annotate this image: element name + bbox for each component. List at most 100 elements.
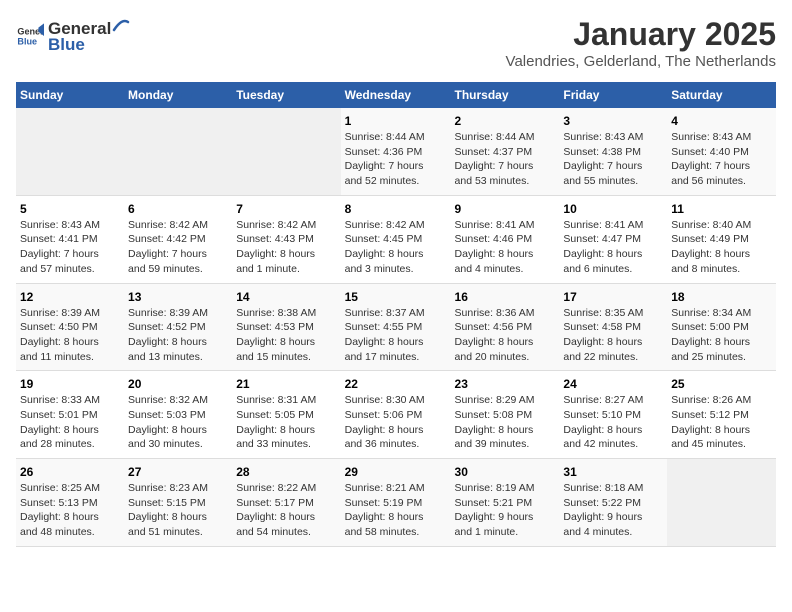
svg-text:Blue: Blue: [17, 36, 37, 46]
day-cell-11: 11Sunrise: 8:40 AM Sunset: 4:49 PM Dayli…: [667, 195, 776, 283]
day-header-thursday: Thursday: [451, 82, 560, 108]
logo-icon: General Blue: [16, 22, 44, 50]
day-number: 11: [671, 202, 772, 216]
day-info: Sunrise: 8:21 AM Sunset: 5:19 PM Dayligh…: [345, 481, 447, 540]
day-info: Sunrise: 8:35 AM Sunset: 4:58 PM Dayligh…: [563, 306, 663, 365]
day-info: Sunrise: 8:23 AM Sunset: 5:15 PM Dayligh…: [128, 481, 228, 540]
day-number: 7: [236, 202, 336, 216]
day-cell-1: 1 Sunrise: 8:44 AM Sunset: 4:36 PM Daylig…: [341, 108, 451, 195]
title-area: January 2025 Valendries, Gelderland, The…: [506, 16, 776, 70]
day-number: 5: [20, 202, 120, 216]
empty-cell: [124, 108, 232, 195]
day-number: 25: [671, 377, 772, 391]
day-info: Sunrise: 8:27 AM Sunset: 5:10 PM Dayligh…: [563, 393, 663, 452]
logo: General Blue General Blue: [16, 16, 130, 55]
day-info: Sunrise: 8:34 AM Sunset: 5:00 PM Dayligh…: [671, 306, 772, 365]
day-info: Sunrise: 8:26 AM Sunset: 5:12 PM Dayligh…: [671, 393, 772, 452]
day-number: 26: [20, 465, 120, 479]
day-cell-2: 2 Sunrise: 8:44 AM Sunset: 4:37 PM Daylig…: [451, 108, 560, 195]
day-cell-31: 31 Sunrise: 8:18 AM Sunset: 5:22 PM Dayli…: [559, 459, 667, 547]
day-info: Sunrise: 8:22 AM Sunset: 5:17 PM Dayligh…: [236, 481, 336, 540]
day-number: 15: [345, 290, 447, 304]
calendar-table: SundayMondayTuesdayWednesdayThursdayFrid…: [16, 82, 776, 547]
day-number: 23: [455, 377, 556, 391]
day-number: 28: [236, 465, 336, 479]
day-number: 10: [563, 202, 663, 216]
day-info: Sunrise: 8:31 AM Sunset: 5:05 PM Dayligh…: [236, 393, 336, 452]
day-info: Sunrise: 8:29 AM Sunset: 5:08 PM Dayligh…: [455, 393, 556, 452]
day-info: Sunrise: 8:42 AM Sunset: 4:42 PM Dayligh…: [128, 218, 228, 277]
day-cell-18: 18Sunrise: 8:34 AM Sunset: 5:00 PM Dayli…: [667, 283, 776, 371]
day-cell-25: 25 Sunrise: 8:26 AM Sunset: 5:12 PM Dayli…: [667, 371, 776, 459]
day-number: 14: [236, 290, 336, 304]
day-number: 31: [563, 465, 663, 479]
day-number: 6: [128, 202, 228, 216]
day-cell-17: 17 Sunrise: 8:35 AM Sunset: 4:58 PM Dayli…: [559, 283, 667, 371]
day-cell-21: 21 Sunrise: 8:31 AM Sunset: 5:05 PM Dayli…: [232, 371, 340, 459]
day-info: Sunrise: 8:41 AM Sunset: 4:47 PM Dayligh…: [563, 218, 663, 277]
day-header-monday: Monday: [124, 82, 232, 108]
day-cell-8: 8 Sunrise: 8:42 AM Sunset: 4:45 PM Daylig…: [341, 195, 451, 283]
week-row-1: 1 Sunrise: 8:44 AM Sunset: 4:36 PM Daylig…: [16, 108, 776, 195]
day-info: Sunrise: 8:36 AM Sunset: 4:56 PM Dayligh…: [455, 306, 556, 365]
day-cell-30: 30Sunrise: 8:19 AM Sunset: 5:21 PM Dayli…: [451, 459, 560, 547]
day-cell-14: 14 Sunrise: 8:38 AM Sunset: 4:53 PM Dayli…: [232, 283, 340, 371]
day-cell-6: 6 Sunrise: 8:42 AM Sunset: 4:42 PM Daylig…: [124, 195, 232, 283]
day-header-wednesday: Wednesday: [341, 82, 451, 108]
week-row-4: 19 Sunrise: 8:33 AM Sunset: 5:01 PM Dayli…: [16, 371, 776, 459]
day-cell-26: 26Sunrise: 8:25 AM Sunset: 5:13 PM Dayli…: [16, 459, 124, 547]
day-info: Sunrise: 8:43 AM Sunset: 4:38 PM Dayligh…: [563, 130, 663, 189]
day-cell-16: 16 Sunrise: 8:36 AM Sunset: 4:56 PM Dayli…: [451, 283, 560, 371]
day-cell-12: 12 Sunrise: 8:39 AM Sunset: 4:50 PM Dayli…: [16, 283, 124, 371]
day-header-saturday: Saturday: [667, 82, 776, 108]
day-cell-5: 5Sunrise: 8:43 AM Sunset: 4:41 PM Daylig…: [16, 195, 124, 283]
subtitle: Valendries, Gelderland, The Netherlands: [506, 53, 776, 70]
day-number: 21: [236, 377, 336, 391]
day-header-friday: Friday: [559, 82, 667, 108]
empty-cell: [16, 108, 124, 195]
day-info: Sunrise: 8:44 AM Sunset: 4:37 PM Dayligh…: [455, 130, 556, 189]
logo-swoosh: [112, 16, 130, 34]
day-number: 12: [20, 290, 120, 304]
day-header-tuesday: Tuesday: [232, 82, 340, 108]
day-cell-27: 27Sunrise: 8:23 AM Sunset: 5:15 PM Dayli…: [124, 459, 232, 547]
day-cell-24: 24Sunrise: 8:27 AM Sunset: 5:10 PM Dayli…: [559, 371, 667, 459]
day-number: 22: [345, 377, 447, 391]
day-info: Sunrise: 8:32 AM Sunset: 5:03 PM Dayligh…: [128, 393, 228, 452]
day-number: 30: [455, 465, 556, 479]
day-cell-10: 10 Sunrise: 8:41 AM Sunset: 4:47 PM Dayli…: [559, 195, 667, 283]
header: General Blue General Blue January 2025 V…: [16, 16, 776, 70]
day-number: 8: [345, 202, 447, 216]
empty-cell: [667, 459, 776, 547]
day-info: Sunrise: 8:39 AM Sunset: 4:50 PM Dayligh…: [20, 306, 120, 365]
day-info: Sunrise: 8:39 AM Sunset: 4:52 PM Dayligh…: [128, 306, 228, 365]
day-number: 17: [563, 290, 663, 304]
day-cell-28: 28 Sunrise: 8:22 AM Sunset: 5:17 PM Dayli…: [232, 459, 340, 547]
day-info: Sunrise: 8:41 AM Sunset: 4:46 PM Dayligh…: [455, 218, 556, 277]
day-number: 3: [563, 114, 663, 128]
week-row-3: 12 Sunrise: 8:39 AM Sunset: 4:50 PM Dayli…: [16, 283, 776, 371]
day-info: Sunrise: 8:33 AM Sunset: 5:01 PM Dayligh…: [20, 393, 120, 452]
day-info: Sunrise: 8:42 AM Sunset: 4:45 PM Dayligh…: [345, 218, 447, 277]
day-number: 2: [455, 114, 556, 128]
day-number: 16: [455, 290, 556, 304]
day-info: Sunrise: 8:43 AM Sunset: 4:40 PM Dayligh…: [671, 130, 772, 189]
day-number: 19: [20, 377, 120, 391]
day-number: 4: [671, 114, 772, 128]
day-info: Sunrise: 8:44 AM Sunset: 4:36 PM Dayligh…: [345, 130, 447, 189]
day-cell-9: 9 Sunrise: 8:41 AM Sunset: 4:46 PM Daylig…: [451, 195, 560, 283]
day-info: Sunrise: 8:38 AM Sunset: 4:53 PM Dayligh…: [236, 306, 336, 365]
day-cell-23: 23 Sunrise: 8:29 AM Sunset: 5:08 PM Dayli…: [451, 371, 560, 459]
day-info: Sunrise: 8:30 AM Sunset: 5:06 PM Dayligh…: [345, 393, 447, 452]
day-cell-3: 3 Sunrise: 8:43 AM Sunset: 4:38 PM Daylig…: [559, 108, 667, 195]
day-cell-19: 19 Sunrise: 8:33 AM Sunset: 5:01 PM Dayli…: [16, 371, 124, 459]
day-info: Sunrise: 8:18 AM Sunset: 5:22 PM Dayligh…: [563, 481, 663, 540]
day-number: 13: [128, 290, 228, 304]
day-cell-29: 29Sunrise: 8:21 AM Sunset: 5:19 PM Dayli…: [341, 459, 451, 547]
day-info: Sunrise: 8:42 AM Sunset: 4:43 PM Dayligh…: [236, 218, 336, 277]
day-cell-22: 22 Sunrise: 8:30 AM Sunset: 5:06 PM Dayli…: [341, 371, 451, 459]
day-number: 20: [128, 377, 228, 391]
day-number: 9: [455, 202, 556, 216]
day-number: 1: [345, 114, 447, 128]
day-cell-13: 13 Sunrise: 8:39 AM Sunset: 4:52 PM Dayli…: [124, 283, 232, 371]
